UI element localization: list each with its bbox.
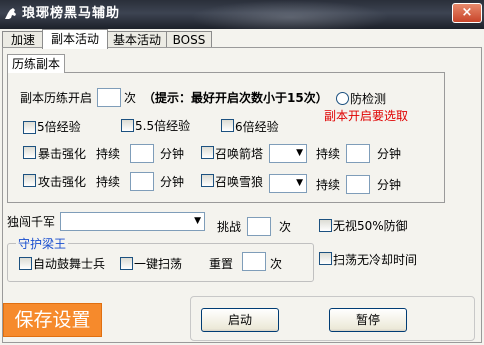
horse-icon	[5, 8, 16, 19]
attack-duration-label: 持续	[96, 175, 121, 189]
attack-duration-input[interactable]	[130, 172, 154, 191]
title-bar: 琅琊榜黑马辅助 ×	[0, 0, 484, 29]
tab-boss[interactable]: BOSS	[166, 31, 212, 48]
wolf-duration-label: 持续	[316, 178, 341, 192]
reset-unit: 次	[270, 257, 283, 271]
exp-6x-label: 6倍经验	[235, 120, 279, 134]
chevron-down-icon: ▼	[296, 148, 303, 158]
anti-detect-radio[interactable]	[336, 92, 349, 105]
auto-drum-checkbox[interactable]	[19, 257, 32, 270]
save-settings-button[interactable]: 保存设置	[3, 303, 102, 337]
exp-5x-checkbox[interactable]	[23, 121, 36, 134]
ignore-defense-checkbox[interactable]	[319, 219, 332, 232]
exp-5x-label: 5倍经验	[37, 120, 81, 134]
crit-boost-label: 暴击强化	[38, 147, 87, 161]
attack-boost-label: 攻击强化	[38, 175, 87, 189]
chevron-down-icon: ▼	[296, 178, 303, 188]
summon-wolf-label: 召唤雪狼	[215, 175, 264, 189]
chevron-down-icon: ▼	[194, 216, 201, 226]
arrow-minute-label: 分钟	[377, 147, 402, 161]
pause-button[interactable]: 暂停	[329, 308, 407, 332]
subtab-training-dungeon[interactable]: 历练副本	[7, 54, 65, 73]
no-cooldown-label: 扫荡无冷却时间	[333, 253, 418, 267]
summon-arrow-checkbox[interactable]	[201, 146, 214, 159]
title-bar-decoration	[190, 0, 390, 29]
summon-wolf-checkbox[interactable]	[201, 174, 214, 187]
tab-basic-activity[interactable]: 基本活动	[107, 31, 167, 48]
dungeon-hint: （提示：最好开启次数小于15次）	[143, 91, 328, 105]
anti-detect-label: 防检测	[350, 92, 387, 106]
auto-drum-label: 自动鼓舞士兵	[33, 257, 106, 271]
challenge-count-input[interactable]	[247, 217, 271, 236]
crit-boost-checkbox[interactable]	[23, 146, 36, 159]
guard-group-title: 守护梁王	[16, 236, 69, 252]
one-key-sweep-label: 一键扫荡	[134, 257, 183, 271]
summon-arrow-select[interactable]: ▼	[269, 144, 307, 163]
attack-minute-label: 分钟	[160, 175, 185, 189]
dungeon-open-unit: 次	[124, 91, 137, 105]
close-button[interactable]: ×	[452, 3, 482, 23]
crit-minute-label: 分钟	[160, 147, 185, 161]
wolf-duration-input[interactable]	[346, 175, 370, 194]
one-key-sweep-checkbox[interactable]	[120, 257, 133, 270]
summon-wolf-select[interactable]: ▼	[269, 174, 307, 193]
challenge-unit: 次	[279, 220, 292, 234]
dungeon-open-label: 副本历练开启	[20, 91, 93, 105]
wolf-minute-label: 分钟	[377, 178, 402, 192]
window-title: 琅琊榜黑马辅助	[22, 6, 121, 21]
dungeon-open-count-input[interactable]	[97, 88, 121, 107]
solo-label: 独闯千军	[7, 215, 56, 229]
reset-label: 重置	[209, 257, 234, 271]
crit-duration-label: 持续	[96, 147, 121, 161]
summon-arrow-label: 召唤箭塔	[215, 147, 264, 161]
exp-6x-checkbox[interactable]	[221, 119, 234, 132]
no-cooldown-checkbox[interactable]	[319, 252, 332, 265]
crit-duration-input[interactable]	[130, 144, 154, 163]
reset-count-input[interactable]	[242, 252, 266, 271]
solo-select[interactable]: ▼	[60, 212, 205, 231]
must-select-warning: 副本开启要选取	[324, 109, 409, 123]
start-button[interactable]: 启动	[201, 308, 279, 332]
attack-boost-checkbox[interactable]	[23, 174, 36, 187]
exp-5-5x-label: 5.5倍经验	[135, 119, 191, 133]
tab-dungeon-activity[interactable]: 副本活动	[42, 29, 108, 49]
tab-accelerate[interactable]: 加速	[2, 31, 44, 48]
ignore-defense-label: 无视50%防御	[333, 219, 408, 233]
challenge-label: 挑战	[217, 220, 242, 234]
arrow-duration-label: 持续	[316, 147, 341, 161]
arrow-duration-input[interactable]	[346, 144, 370, 163]
exp-5-5x-checkbox[interactable]	[121, 119, 134, 132]
